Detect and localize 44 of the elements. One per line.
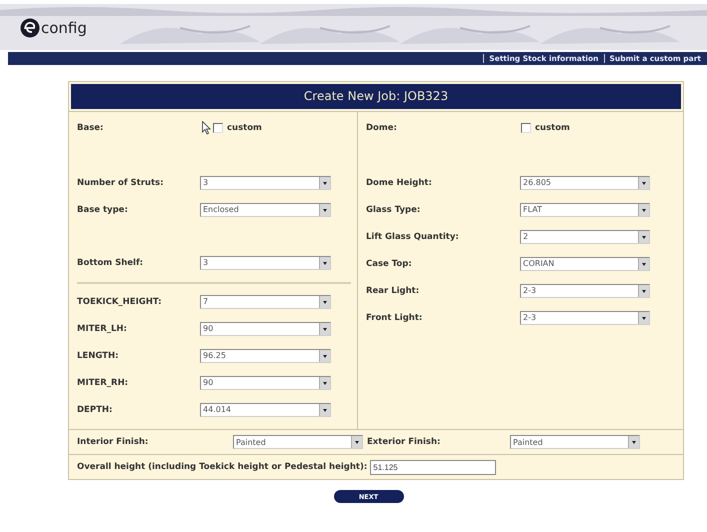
field-label: Glass Type: xyxy=(366,204,422,214)
field-label: MITER_LH: xyxy=(77,324,128,334)
dropdown[interactable]: Painted xyxy=(233,435,363,449)
dropdown[interactable]: 90 xyxy=(200,322,331,336)
field-label: TOEKICK_HEIGHT: xyxy=(77,296,163,306)
field-label: Bottom Shelf: xyxy=(77,258,144,268)
logo-icon xyxy=(20,18,40,38)
input-field[interactable]: 51.125 xyxy=(370,460,496,474)
field-label: DEPTH: xyxy=(77,404,114,414)
field-label: Front Light: xyxy=(366,312,424,322)
dropdown[interactable]: Painted xyxy=(510,435,640,449)
dropdown[interactable]: 7 xyxy=(200,294,331,308)
dropdown[interactable]: 90 xyxy=(200,376,331,390)
dropdown[interactable]: 26.805 xyxy=(520,176,650,190)
field-label: Base type: xyxy=(77,204,129,214)
dropdown[interactable]: 96.25 xyxy=(200,348,331,362)
dropdown[interactable]: 3 xyxy=(200,176,331,190)
dropdown[interactable]: Enclosed xyxy=(200,202,331,216)
field-label: Case Top: xyxy=(366,258,413,268)
field-label: Dome: xyxy=(366,123,398,133)
field-label: Number of Struts: xyxy=(77,178,164,188)
dropdown[interactable]: 3 xyxy=(200,256,331,270)
field-label: Rear Light: xyxy=(366,286,420,296)
logo-text: config xyxy=(41,19,87,37)
dropdown[interactable]: 2-3 xyxy=(520,284,650,298)
dropdown[interactable]: 2-3 xyxy=(520,310,650,324)
cursor-icon xyxy=(202,121,211,135)
custom-checkbox[interactable] xyxy=(521,123,531,133)
form-title: Create New Job: JOB323 xyxy=(69,82,683,111)
field-label: MITER_RH: xyxy=(77,378,130,388)
checkbox-label: custom xyxy=(227,123,262,133)
custom-checkbox[interactable] xyxy=(213,123,223,133)
field-label: Lift Glass Quantity: xyxy=(366,232,460,242)
field-label: Interior Finish: xyxy=(77,437,150,447)
dropdown[interactable]: 2 xyxy=(520,230,650,244)
field-label: Exterior Finish: xyxy=(367,437,442,447)
checkbox-label: custom xyxy=(535,123,570,133)
field-label: LENGTH: xyxy=(77,350,120,360)
field-label: Overall height (including Toekick height or Pedestal height): xyxy=(77,462,368,472)
field-label: Dome Height: xyxy=(366,178,433,188)
field-label: Base: xyxy=(77,123,104,133)
dropdown[interactable]: FLAT xyxy=(520,202,650,216)
dropdown[interactable]: CORIAN xyxy=(520,256,650,270)
dropdown[interactable]: 44.014 xyxy=(200,402,331,416)
